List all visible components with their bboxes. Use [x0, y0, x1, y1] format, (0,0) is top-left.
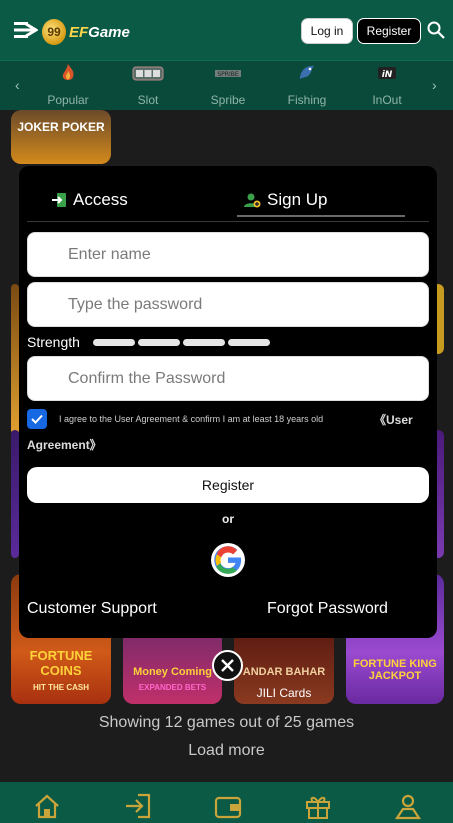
category-spribe[interactable]: SPRIBE Spribe [193, 63, 263, 107]
strength-bar-1 [93, 339, 135, 346]
name-input[interactable]: Enter name [27, 232, 429, 277]
chevron-left-icon[interactable]: ‹ [15, 77, 20, 93]
flame-icon [62, 64, 74, 80]
game-tile-money-coming[interactable]: Money Coming EXPANDED BETS [123, 630, 222, 704]
tab-signup-label: Sign Up [267, 190, 328, 209]
logo-text-ef: EF [69, 23, 89, 41]
tab-signup[interactable]: Sign Up [243, 186, 327, 214]
game-tile-left-edge[interactable] [11, 284, 19, 434]
confirm-password-input[interactable]: Confirm the Password [27, 356, 429, 401]
spribe-icon: SPRIBE [215, 70, 241, 78]
game-tile-andar-bahar[interactable]: ANDAR BAHAR JILI Cards [234, 630, 334, 704]
strength-bar-4 [228, 339, 270, 346]
logo-crown-icon: 99 [42, 19, 66, 45]
header-register-button[interactable]: Register [357, 18, 421, 44]
game-subtitle: EXPANDED BETS [138, 683, 207, 692]
menu-icon[interactable] [14, 20, 38, 40]
login-arrow-icon [52, 193, 66, 207]
agree-text: I agree to the User Agreement & confirm … [59, 414, 324, 424]
category-strip: ‹ Popular Slot SPRIBE Spribe Fishing iN … [0, 60, 453, 110]
password-input[interactable]: Type the password [27, 282, 429, 327]
category-label: Slot [137, 93, 159, 107]
checkmark-icon [31, 414, 43, 424]
category-popular[interactable]: Popular [33, 63, 103, 107]
tabs-divider [27, 221, 429, 222]
game-tile-left-edge-2[interactable] [11, 430, 19, 558]
category-label: Popular [47, 93, 89, 107]
strength-bar-2 [138, 339, 180, 346]
active-tab-indicator [237, 215, 405, 217]
agree-checkbox[interactable] [27, 409, 47, 429]
login-icon[interactable] [124, 792, 152, 820]
login-button[interactable]: Log in [301, 18, 353, 44]
strength-bar-3 [183, 339, 225, 346]
close-modal-button[interactable] [212, 650, 243, 681]
tab-access[interactable]: Access [51, 186, 128, 214]
tab-access-label: Access [73, 190, 128, 209]
game-provider: JILI Cards [256, 686, 312, 700]
close-icon [221, 659, 234, 672]
user-agreement-link[interactable]: 《User [374, 411, 413, 428]
wallet-icon[interactable] [214, 792, 242, 820]
or-divider: or [222, 512, 234, 526]
game-title: FORTUNE COINS [29, 648, 93, 678]
signup-modal: Access Sign Up Enter name Type the passw… [19, 166, 437, 638]
google-icon [214, 546, 242, 574]
category-label: InOut [372, 93, 402, 107]
logo[interactable]: 99 EFGame [42, 16, 130, 48]
game-title: Money Coming [133, 666, 212, 678]
search-icon[interactable] [427, 21, 445, 39]
category-inout[interactable]: iN InOut [352, 63, 422, 107]
category-slot[interactable]: Slot [113, 63, 183, 107]
strength-label: Strength [27, 334, 80, 350]
inout-icon: iN [378, 67, 396, 80]
app-header: 99 EFGame Log in Register [0, 0, 453, 60]
slot-machine-icon [132, 66, 164, 81]
category-label: Fishing [287, 93, 327, 107]
load-more-link[interactable]: Load more [0, 742, 453, 760]
chevron-right-icon[interactable]: › [432, 77, 437, 93]
add-user-icon [244, 193, 261, 208]
game-title: FORTUNE KING JACKPOT [353, 658, 437, 682]
account-icon[interactable] [394, 792, 422, 820]
logo-text-game: Game [88, 23, 130, 41]
forgot-password-link[interactable]: Forgot Password [267, 600, 388, 618]
category-label: Spribe [210, 93, 246, 107]
customer-support-link[interactable]: Customer Support [27, 600, 157, 618]
register-button[interactable]: Register [27, 467, 429, 503]
category-fishing[interactable]: Fishing [272, 63, 342, 107]
google-login-button[interactable] [211, 543, 245, 577]
svg-text:SPRIBE: SPRIBE [217, 71, 238, 78]
game-subtitle: HIT THE CASH [33, 683, 89, 692]
bottom-nav [0, 782, 453, 823]
game-tile-joker-poker[interactable]: JOKER POKER [11, 110, 111, 164]
fish-icon [300, 65, 314, 79]
game-title: JOKER POKER [17, 120, 105, 134]
svg-text:iN: iN [382, 70, 393, 80]
gift-icon[interactable] [304, 792, 332, 820]
user-agreement-link-cont[interactable]: Agreement》 [27, 436, 102, 453]
games-count-text: Showing 12 games out of 25 games [98, 714, 355, 731]
game-title: ANDAR BAHAR [242, 666, 326, 678]
home-icon[interactable] [33, 792, 61, 820]
